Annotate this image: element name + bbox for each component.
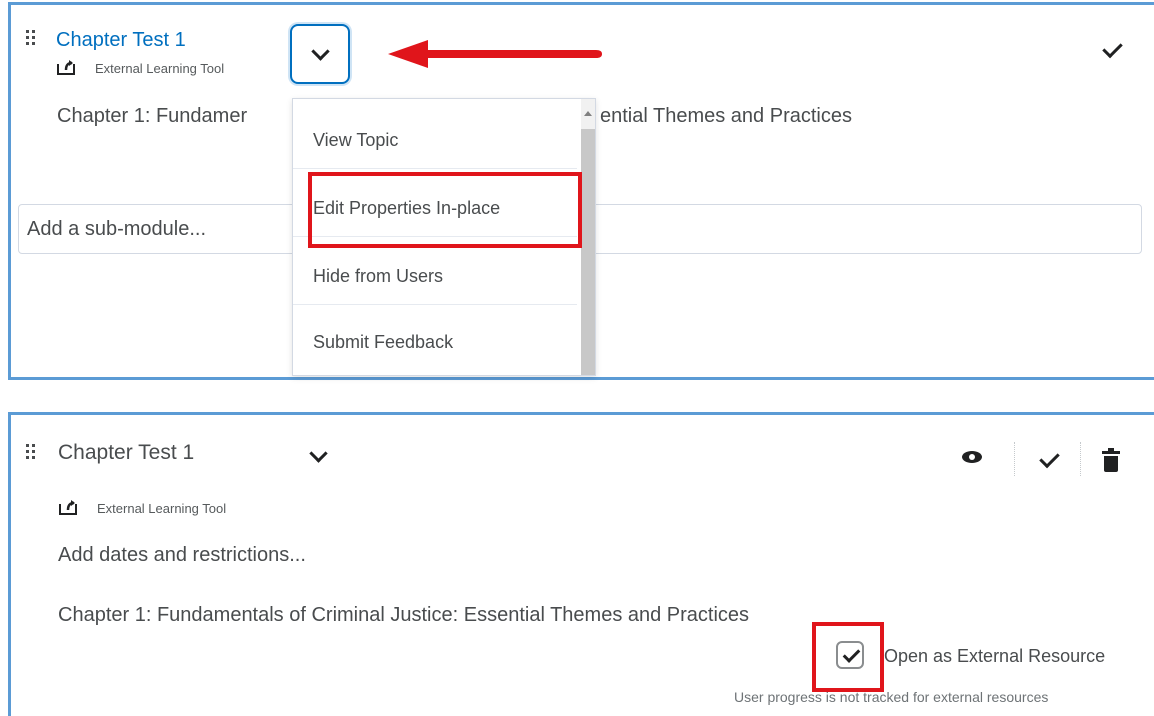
menu-scrollbar-thumb[interactable] [581,129,595,375]
topic-options-button[interactable] [290,24,350,84]
external-tool-icon [57,60,75,75]
drag-handle-icon[interactable] [26,444,38,462]
topic-description: Chapter 1: Fundamer [57,105,248,127]
annotation-highlight-box [308,172,582,248]
menu-item-submit-feedback[interactable]: Submit Feedback [293,313,577,371]
eye-icon[interactable] [962,451,982,463]
trash-icon[interactable] [1102,448,1120,472]
toolbar-divider [1014,442,1015,476]
drag-handle-icon[interactable] [26,30,38,48]
annotation-arrow-icon [388,40,602,68]
menu-item-hide-from-users[interactable]: Hide from Users [293,247,577,305]
topic-description: Chapter 1: Fundamentals of Criminal Just… [58,604,750,626]
menu-item-view-topic[interactable]: View Topic [293,111,577,169]
add-dates-link[interactable]: Add dates and restrictions... [58,544,306,567]
toolbar-divider [1080,442,1081,476]
external-tool-icon [59,500,77,515]
open-external-label: Open as External Resource [884,646,1106,666]
tool-type-label: External Learning Tool [97,501,227,516]
tool-type-label: External Learning Tool [95,61,225,76]
scroll-up-icon[interactable] [584,111,592,116]
topic-title-link[interactable]: Chapter Test 1 [56,29,186,52]
topic-description-continued: ential Themes and Practices [600,105,852,127]
progress-note: User progress is not tracked for externa… [734,689,1049,705]
chevron-down-icon [311,42,330,61]
topic-title: Chapter Test 1 [58,441,195,464]
annotation-highlight-box [812,622,884,692]
